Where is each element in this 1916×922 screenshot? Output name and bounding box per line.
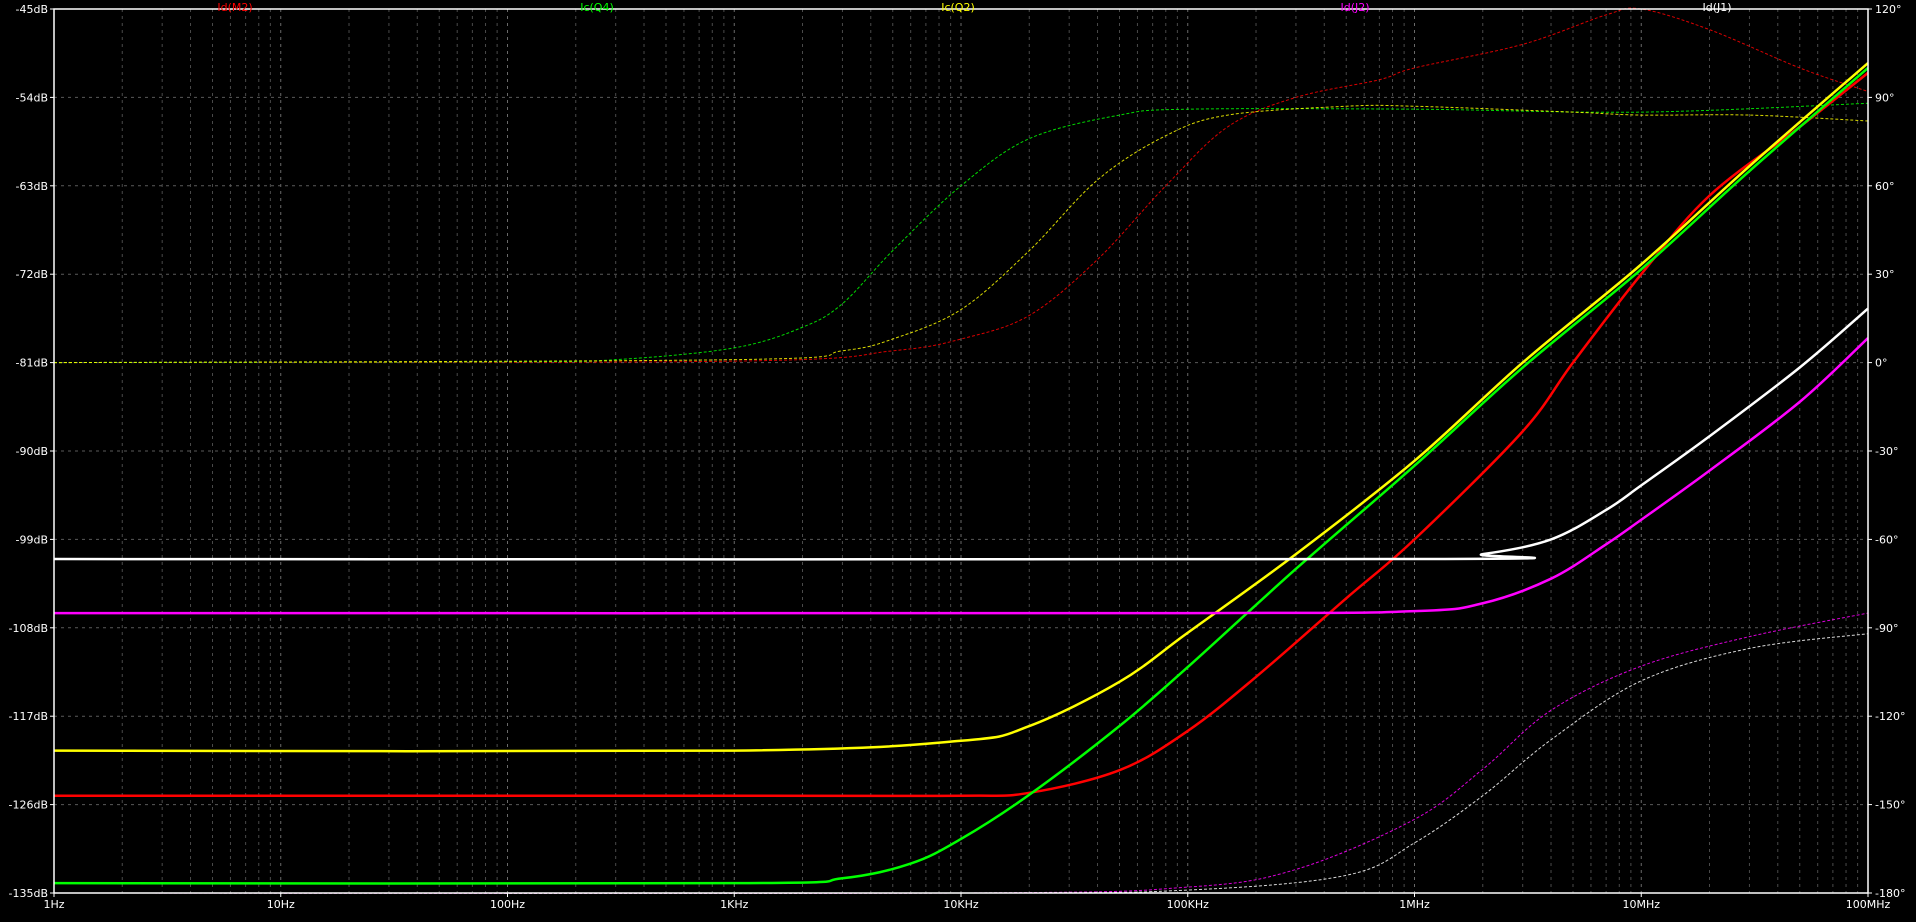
- y-left-tick-label: -108dB: [9, 622, 49, 635]
- x-tick-label: 10KHz: [943, 898, 978, 911]
- x-tick-label: 1Hz: [43, 898, 64, 911]
- legend-id-j1[interactable]: Id(J1): [1702, 1, 1731, 14]
- y-right-tick-label: -30°: [1875, 445, 1898, 458]
- legend: Id(M2) Ic(Q4) Ic(Q2) Id(J2) Id(J1): [217, 1, 1731, 14]
- x-tick-label: 1MHz: [1399, 898, 1430, 911]
- legend-id-m2[interactable]: Id(M2): [217, 1, 252, 14]
- bode-plot-window: -45dB -54dB -63dB -72dB -81dB -90dB -99dB -108d…: [0, 0, 1916, 917]
- y-right-tick-label: 90°: [1875, 91, 1895, 104]
- y-left-tick-label: -63dB: [16, 180, 49, 193]
- y-right-tick-label: -120°: [1875, 710, 1905, 723]
- y-right-tick-label: 30°: [1875, 268, 1895, 281]
- y-right-tick-label: -60°: [1875, 533, 1898, 546]
- y-right-tick-label: 120°: [1875, 3, 1902, 16]
- y-left-tick-label: -99dB: [16, 533, 49, 546]
- y-left-tick-label: -45dB: [16, 3, 49, 16]
- axes: -45dB -54dB -63dB -72dB -81dB -90dB -99dB -108d…: [9, 3, 1906, 911]
- bode-plot[interactable]: -45dB -54dB -63dB -72dB -81dB -90dB -99dB -108d…: [0, 0, 1916, 917]
- y-right-tick-label: -150°: [1875, 799, 1905, 812]
- y-left-tick-label: -90dB: [16, 445, 49, 458]
- x-tick-label: 10Hz: [267, 898, 295, 911]
- y-left-tick-label: -117dB: [9, 710, 49, 723]
- legend-ic-q2[interactable]: Ic(Q2): [941, 1, 975, 14]
- x-tick-label: 10MHz: [1622, 898, 1660, 911]
- grid: [54, 9, 1868, 893]
- y-right-tick-label: 60°: [1875, 180, 1895, 193]
- x-tick-label: 100Hz: [490, 898, 525, 911]
- y-left-tick-label: -126dB: [9, 799, 49, 812]
- legend-id-j2[interactable]: Id(J2): [1340, 1, 1369, 14]
- x-tick-label: 1KHz: [720, 898, 748, 911]
- y-left-tick-label: -54dB: [16, 91, 49, 104]
- y-left-tick-label: -81dB: [16, 357, 49, 370]
- magnitude-trace-ic-q4: [53, 66, 1869, 885]
- magnitude-trace-id-m2: [54, 71, 1869, 798]
- x-tick-label: 100MHz: [1846, 898, 1891, 911]
- y-right-tick-label: -90°: [1875, 622, 1898, 635]
- y-left-tick-label: -135dB: [9, 887, 49, 900]
- x-tick-label: 100KHz: [1167, 898, 1209, 911]
- legend-ic-q4[interactable]: Ic(Q4): [580, 1, 614, 14]
- phase-trace-id-j1: [53, 633, 1869, 894]
- y-right-tick-label: 0°: [1875, 357, 1888, 370]
- y-left-tick-label: -72dB: [16, 268, 49, 281]
